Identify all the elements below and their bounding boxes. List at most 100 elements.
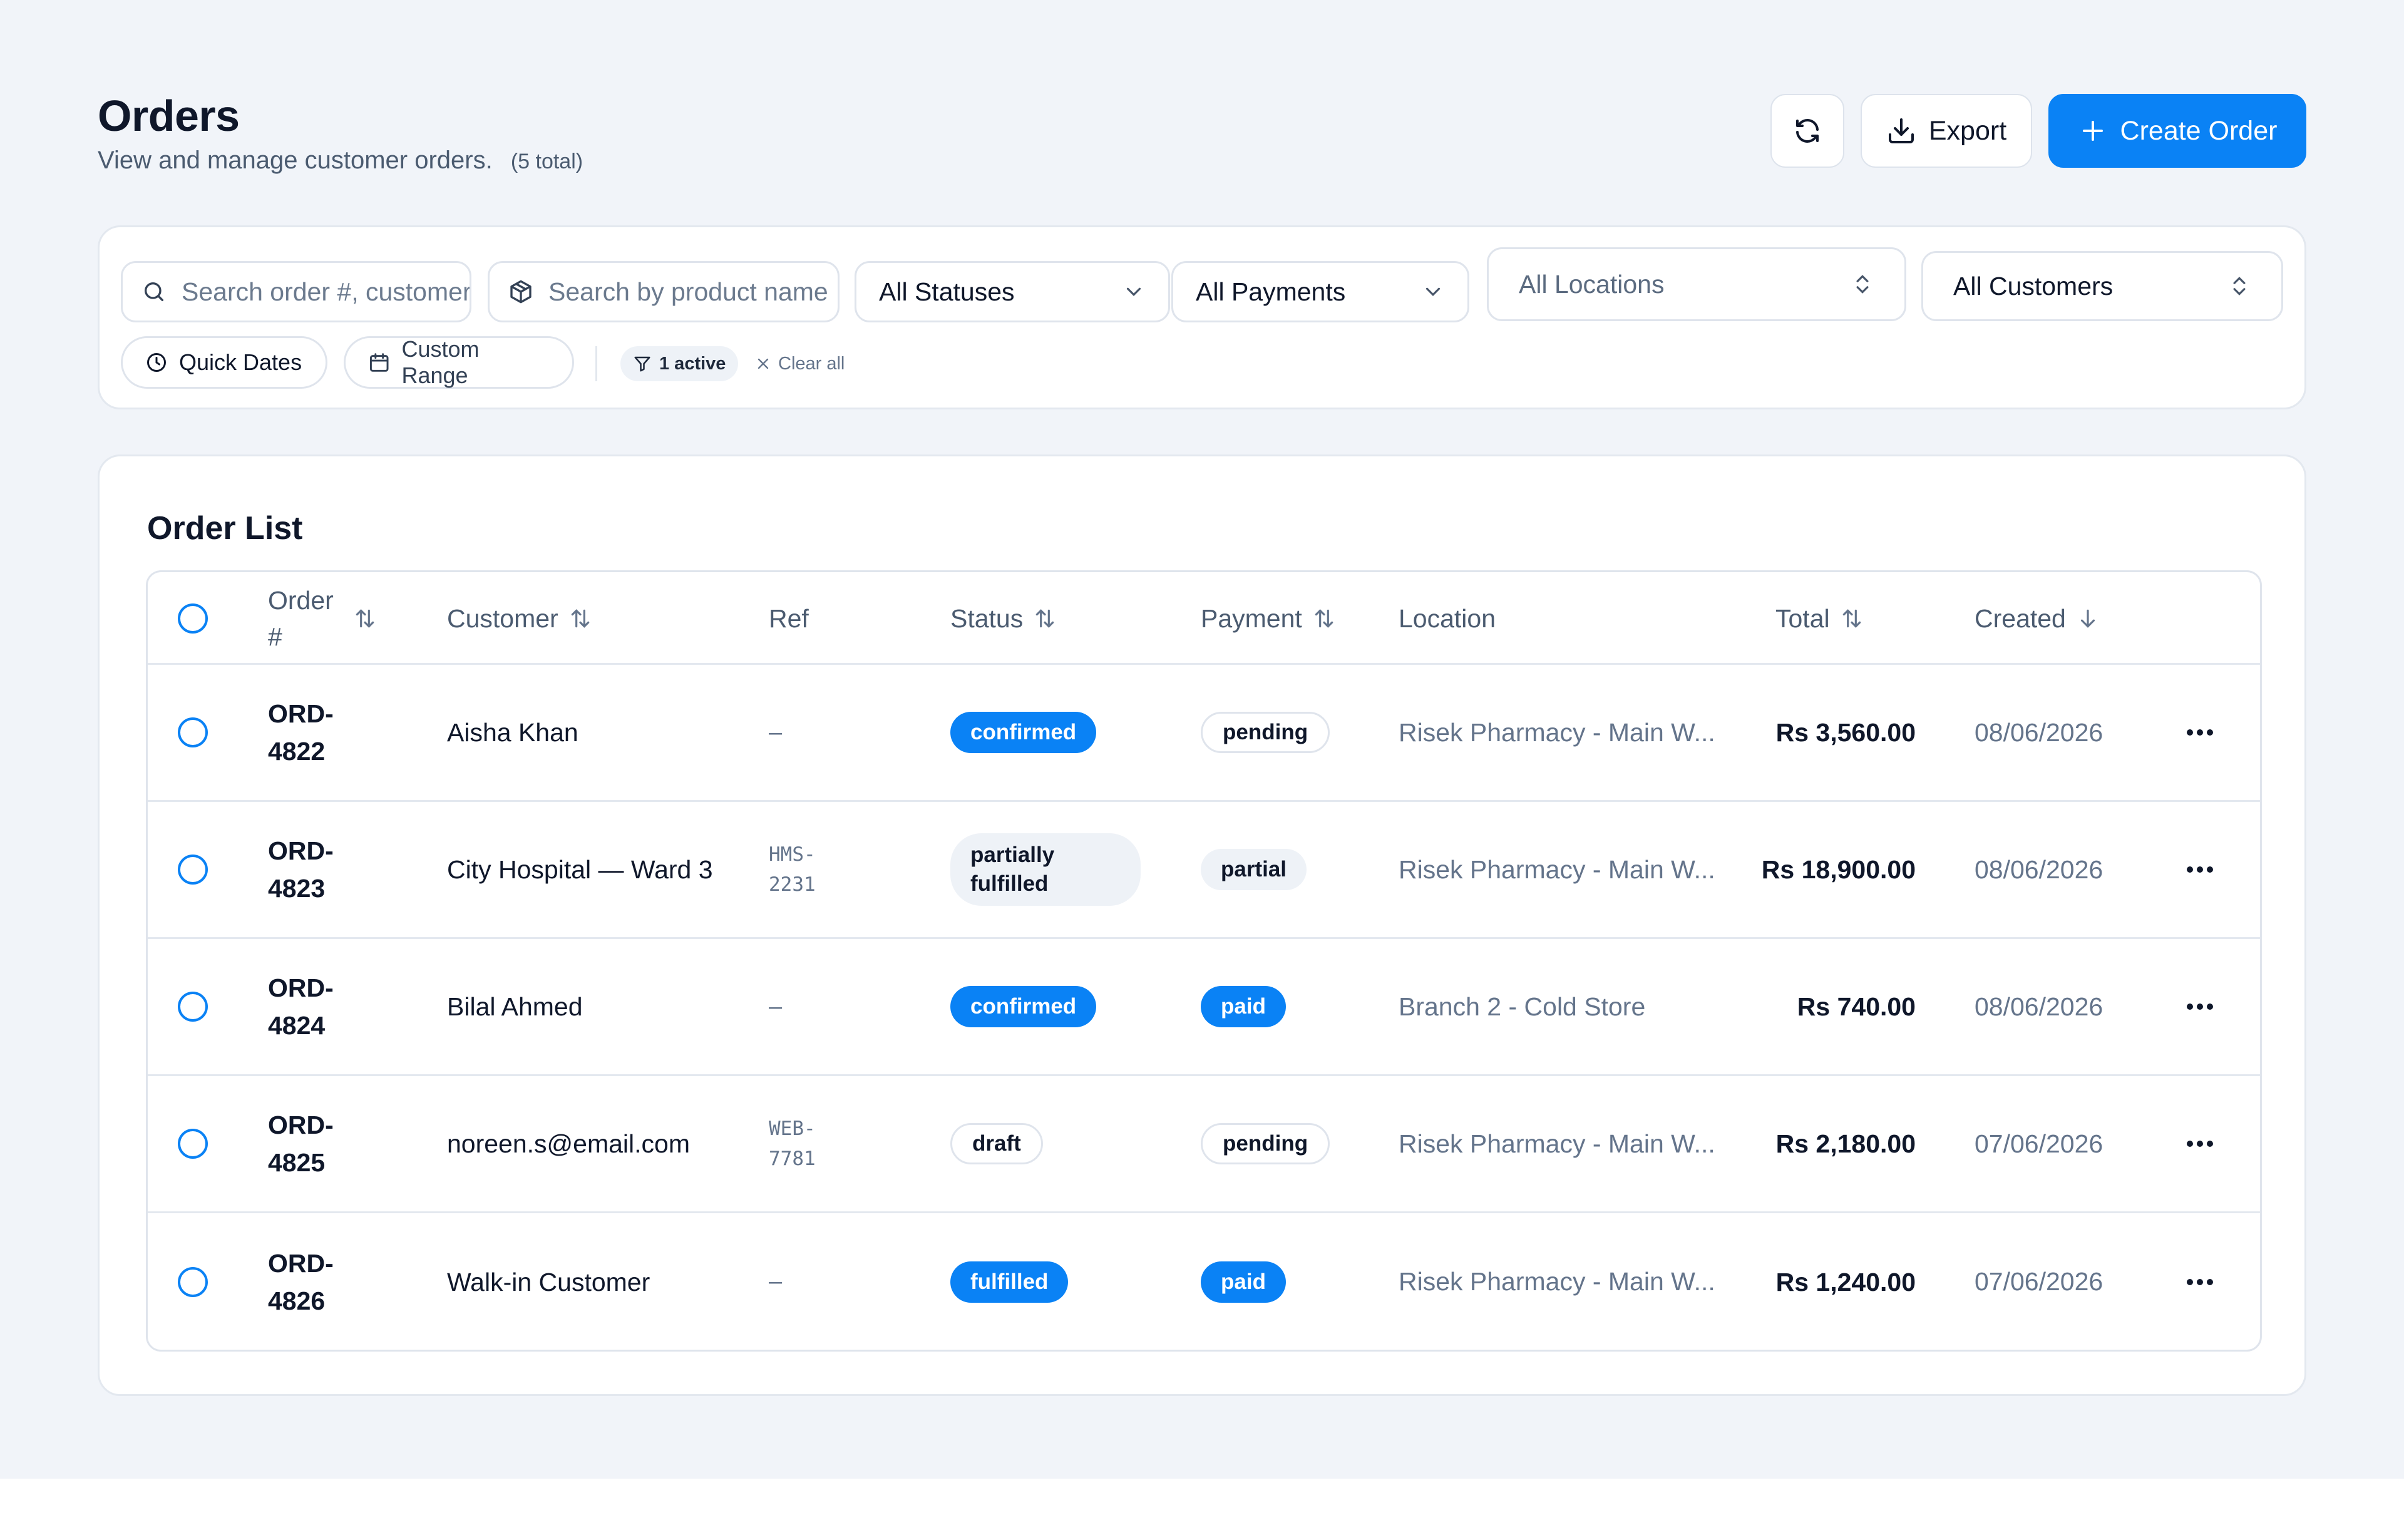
column-order-label: Order # — [268, 586, 334, 651]
search-icon — [145, 282, 163, 301]
column-status[interactable]: Status — [950, 572, 1057, 665]
table-header: Order # Customer Ref Status Payment Loca… — [148, 572, 2260, 665]
table-row[interactable]: ORD-4824 Bilal Ahmed – confirmed paid Br… — [148, 939, 2260, 1076]
filter-icon — [634, 356, 650, 372]
payment-select[interactable]: All Payments — [1171, 261, 1469, 322]
column-customer[interactable]: Customer — [447, 572, 592, 665]
payment-badge: partial — [1201, 849, 1307, 890]
status-badge: draft — [950, 1123, 1043, 1164]
customer-name: Walk-in Customer — [447, 1267, 650, 1296]
search-placeholder: Search order #, customer — [182, 277, 470, 306]
create-order-label: Create Order — [2120, 115, 2278, 146]
location-name: Risek Pharmacy - Main W... — [1399, 1267, 1715, 1296]
location-name: Risek Pharmacy - Main W... — [1399, 1129, 1715, 1158]
search-input[interactable]: Search order #, customer — [121, 261, 471, 322]
select-all-checkbox[interactable] — [178, 572, 208, 665]
filter-panel: Search order #, customer Search by produ… — [98, 225, 2306, 409]
product-search-placeholder: Search by product name — [548, 277, 828, 306]
column-created[interactable]: Created — [1975, 572, 2100, 665]
order-ref: – — [769, 993, 783, 1020]
table-row[interactable]: ORD-4826 Walk-in Customer – fulfilled pa… — [148, 1213, 2260, 1350]
customer-name: Bilal Ahmed — [447, 992, 583, 1021]
export-button[interactable]: Export — [1861, 94, 2032, 168]
status-badge: confirmed — [950, 712, 1097, 753]
order-ref: – — [769, 1268, 783, 1295]
custom-range-button[interactable]: Custom Range — [344, 336, 574, 389]
row-select-radio[interactable] — [178, 1266, 208, 1297]
column-total-label: Total — [1775, 603, 1830, 633]
active-filters-badge: 1 active — [620, 346, 739, 381]
customer-name: noreen.s@email.com — [447, 1129, 690, 1158]
close-icon — [758, 358, 769, 369]
more-horizontal-icon — [2187, 729, 2213, 736]
column-payment[interactable]: Payment — [1201, 572, 1336, 665]
sort-icon — [1035, 609, 1054, 628]
table-row[interactable]: ORD-4825 noreen.s@email.com WEB-7781 dra… — [148, 1076, 2260, 1213]
quick-dates-button[interactable]: Quick Dates — [121, 336, 327, 389]
row-select-radio[interactable] — [178, 855, 208, 885]
row-select-radio[interactable] — [178, 717, 208, 747]
column-total[interactable]: Total — [1775, 572, 1864, 665]
row-actions-button[interactable] — [2186, 802, 2214, 937]
order-number[interactable]: ORD-4825 — [268, 1106, 362, 1181]
row-actions-button[interactable] — [2186, 665, 2214, 800]
more-horizontal-icon — [2187, 1278, 2213, 1285]
sort-icon — [571, 609, 589, 628]
table-row[interactable]: ORD-4822 Aisha Khan – confirmed pending … — [148, 665, 2260, 802]
customer-select[interactable]: All Customers — [1921, 251, 2283, 321]
order-number[interactable]: ORD-4824 — [268, 969, 362, 1044]
column-location-label: Location — [1399, 603, 1496, 633]
table-row[interactable]: ORD-4823 City Hospital — Ward 3 HMS-2231… — [148, 802, 2260, 939]
sort-icon — [1315, 609, 1333, 628]
more-horizontal-icon — [2187, 1141, 2213, 1147]
orders-page: Orders View and manage customer orders. … — [0, 0, 2404, 1479]
create-order-button[interactable]: Create Order — [2048, 94, 2306, 168]
order-total: Rs 18,900.00 — [1761, 855, 1916, 884]
column-order[interactable]: Order # — [268, 572, 377, 665]
refresh-button[interactable] — [1770, 94, 1844, 168]
chevron-up-down-icon — [1856, 275, 1869, 294]
more-horizontal-icon — [2187, 1004, 2213, 1010]
status-badge: confirmed — [950, 986, 1097, 1027]
row-actions-button[interactable] — [2186, 1213, 2214, 1350]
location-select-value: All Locations — [1519, 269, 1665, 299]
row-actions-button[interactable] — [2186, 1076, 2214, 1211]
status-badge: partially fulfilled — [950, 833, 1141, 906]
order-list-title: Order List — [147, 510, 303, 547]
order-number[interactable]: ORD-4826 — [268, 1245, 362, 1320]
customer-select-value: All Customers — [1953, 271, 2114, 300]
row-select-radio[interactable] — [178, 1129, 208, 1159]
row-select-radio[interactable] — [178, 992, 208, 1022]
filter-divider — [595, 346, 597, 381]
location-name: Branch 2 - Cold Store — [1399, 992, 1646, 1021]
customer-name: City Hospital — Ward 3 — [447, 855, 713, 884]
column-customer-label: Customer — [447, 603, 558, 633]
location-select[interactable]: All Locations — [1487, 247, 1906, 321]
order-total: Rs 1,240.00 — [1775, 1267, 1916, 1296]
order-number[interactable]: ORD-4823 — [268, 832, 362, 907]
clear-all-button[interactable]: Clear all — [754, 346, 845, 381]
orders-table: Order # Customer Ref Status Payment Loca… — [146, 570, 2262, 1352]
more-horizontal-icon — [2187, 866, 2213, 873]
status-select[interactable]: All Statuses — [855, 261, 1170, 322]
status-select-value: All Statuses — [879, 277, 1015, 306]
column-ref: Ref — [769, 572, 809, 665]
calendar-icon — [369, 353, 389, 372]
order-ref: – — [769, 719, 783, 746]
payment-badge: pending — [1201, 712, 1330, 753]
column-location: Location — [1399, 572, 1496, 665]
order-number[interactable]: ORD-4822 — [268, 695, 362, 770]
column-ref-label: Ref — [769, 603, 809, 633]
chevron-up-down-icon — [2233, 277, 2246, 295]
payment-badge: paid — [1201, 1261, 1286, 1303]
clear-all-label: Clear all — [778, 353, 845, 374]
created-date: 08/06/2026 — [1975, 855, 2104, 884]
location-name: Risek Pharmacy - Main W... — [1399, 717, 1715, 747]
column-payment-label: Payment — [1201, 603, 1302, 633]
product-search-input[interactable]: Search by product name — [488, 261, 840, 322]
row-actions-button[interactable] — [2186, 939, 2214, 1074]
payment-select-value: All Payments — [1196, 277, 1346, 306]
column-created-label: Created — [1975, 603, 2066, 633]
column-status-label: Status — [950, 603, 1024, 633]
active-filters-label: 1 active — [659, 353, 726, 374]
